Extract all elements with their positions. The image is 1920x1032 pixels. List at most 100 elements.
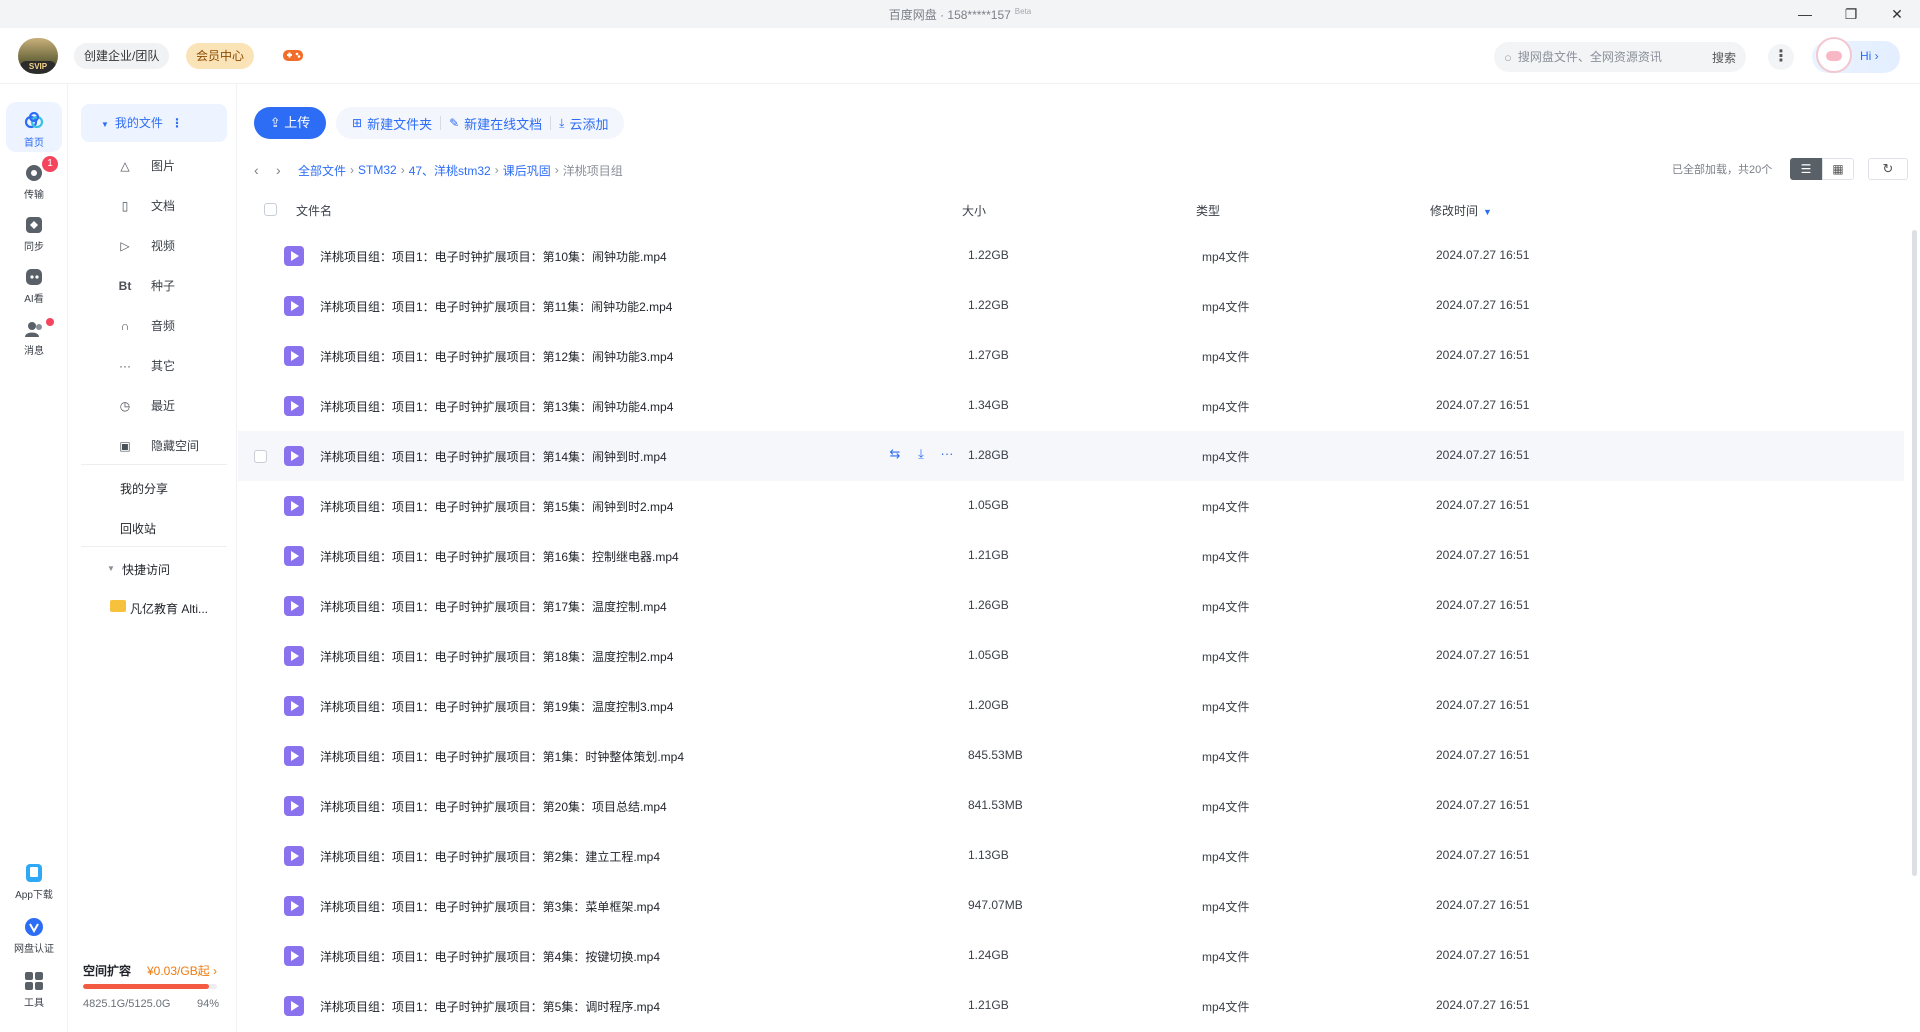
rail-item-app-download[interactable]: App下载 — [6, 854, 62, 904]
file-name[interactable]: 洋桃项目组：项目1：电子时钟扩展项目：第5集：调时程序.mp4 — [320, 998, 660, 1015]
rail-item-home[interactable]: 首页 — [6, 102, 62, 152]
more-actions-icon[interactable]: ··· — [934, 446, 960, 462]
sidebar-item-my-share[interactable]: 我的分享 — [120, 480, 168, 497]
quick-access-folder[interactable]: 凡亿教育 Alti... — [130, 600, 208, 617]
file-name[interactable]: 洋桃项目组：项目1：电子时钟扩展项目：第3集：菜单框架.mp4 — [320, 898, 660, 915]
upload-button[interactable]: ⇪ 上传 — [254, 107, 326, 139]
sidebar-item-recycle-bin[interactable]: 回收站 — [120, 520, 156, 537]
breadcrumb-separator: › — [554, 163, 559, 177]
create-team-button[interactable]: 创建企业/团队 — [74, 43, 170, 69]
new-online-doc-button[interactable]: ✎ 新建在线文档 — [441, 114, 550, 133]
download-icon[interactable]: ⤓ — [908, 446, 934, 462]
file-name[interactable]: 洋桃项目组：项目1：电子时钟扩展项目：第12集：闹钟功能3.mp4 — [320, 348, 673, 365]
video-file-icon — [284, 696, 304, 716]
back-arrow-icon[interactable]: ‹ — [254, 162, 276, 178]
breadcrumb-all-files[interactable]: 全部文件 — [298, 162, 346, 179]
file-modified-time: 2024.07.27 16:51 — [1436, 398, 1530, 412]
row-checkbox[interactable] — [254, 450, 267, 463]
sidebar-item-audio[interactable]: 音频 — [151, 316, 175, 336]
sidebar-item-recent[interactable]: 最近 — [151, 396, 175, 416]
cloud-add-button[interactable]: ⤓ 云添加 — [551, 114, 616, 133]
quota-price-link[interactable]: ¥0.03/GB起 › — [147, 962, 217, 979]
minimize-icon[interactable]: — — [1782, 0, 1828, 28]
more-menu-icon[interactable]: ⋮ — [1768, 44, 1794, 70]
sidebar-item-other[interactable]: 其它 — [151, 356, 175, 376]
column-name[interactable]: 文件名 — [296, 202, 332, 219]
assistant-button[interactable]: Hi › — [1812, 37, 1900, 73]
sidebar-item-hidden-space[interactable]: 隐藏空间 — [151, 436, 199, 456]
table-row[interactable]: 洋桃项目组：项目1：电子时钟扩展项目：第2集：建立工程.mp4 1.13GB mp4… — [238, 831, 1904, 881]
column-size[interactable]: 大小 — [962, 202, 986, 219]
table-row[interactable]: 洋桃项目组：项目1：电子时钟扩展项目：第20集：项目总结.mp4 841.53MB… — [238, 781, 1904, 831]
column-type[interactable]: 类型 — [1196, 202, 1220, 219]
close-icon[interactable]: ✕ — [1874, 0, 1920, 28]
file-name[interactable]: 洋桃项目组：项目1：电子时钟扩展项目：第10集：闹钟功能.mp4 — [320, 248, 667, 265]
share-icon[interactable]: ⇆ — [882, 446, 908, 462]
file-size: 1.27GB — [968, 348, 1009, 362]
table-row[interactable]: 洋桃项目组：项目1：电子时钟扩展项目：第3集：菜单框架.mp4 947.07MB m… — [238, 881, 1904, 931]
file-modified-time: 2024.07.27 16:51 — [1436, 598, 1530, 612]
quota-expand-label[interactable]: 空间扩容 — [83, 962, 131, 979]
sidebar-item-videos[interactable]: 视频 — [151, 236, 175, 256]
table-row[interactable]: 洋桃项目组：项目1：电子时钟扩展项目：第17集：温度控制.mp4 1.26GB mp… — [238, 581, 1904, 631]
file-name[interactable]: 洋桃项目组：项目1：电子时钟扩展项目：第11集：闹钟功能2.mp4 — [320, 298, 673, 315]
restore-icon[interactable]: ❐ — [1828, 0, 1874, 28]
user-avatar[interactable]: SVIP — [18, 38, 58, 74]
file-name[interactable]: 洋桃项目组：项目1：电子时钟扩展项目：第19集：温度控制3.mp4 — [320, 698, 673, 715]
table-row[interactable]: 洋桃项目组：项目1：电子时钟扩展项目：第14集：闹钟到时.mp4 ⇆ ⤓ ··· 1.2… — [238, 431, 1904, 481]
file-name[interactable]: 洋桃项目组：项目1：电子时钟扩展项目：第2集：建立工程.mp4 — [320, 848, 660, 865]
file-name[interactable]: 洋桃项目组：项目1：电子时钟扩展项目：第13集：闹钟功能4.mp4 — [320, 398, 673, 415]
rail-item-messages[interactable]: 消息 — [6, 310, 62, 360]
lock-icon: ▣ — [119, 439, 131, 453]
file-size: 1.21GB — [968, 548, 1009, 562]
grid-view-icon[interactable]: ▦ — [1822, 158, 1854, 180]
file-name[interactable]: 洋桃项目组：项目1：电子时钟扩展项目：第20集：项目总结.mp4 — [320, 798, 667, 815]
gamepad-icon[interactable] — [282, 46, 304, 64]
table-row[interactable]: 洋桃项目组：项目1：电子时钟扩展项目：第18集：温度控制2.mp4 1.05GB m… — [238, 631, 1904, 681]
sidebar-item-my-files[interactable]: ▼ 我的文件 ⋮ — [81, 104, 227, 142]
list-view-icon[interactable]: ☰ — [1790, 158, 1822, 180]
breadcrumb-review[interactable]: 课后巩固 — [503, 162, 551, 179]
file-name[interactable]: 洋桃项目组：项目1：电子时钟扩展项目：第17集：温度控制.mp4 — [320, 598, 667, 615]
file-name[interactable]: 洋桃项目组：项目1：电子时钟扩展项目：第4集：按键切换.mp4 — [320, 948, 660, 965]
file-type: mp4文件 — [1202, 1000, 1250, 1014]
refresh-icon[interactable]: ↻ — [1868, 158, 1908, 180]
scrollbar[interactable] — [1912, 230, 1917, 876]
quick-access-label[interactable]: 快捷访问 — [122, 561, 170, 578]
table-row[interactable]: 洋桃项目组：项目1：电子时钟扩展项目：第10集：闹钟功能.mp4 1.22GB mp… — [238, 231, 1904, 281]
table-row[interactable]: 洋桃项目组：项目1：电子时钟扩展项目：第16集：控制继电器.mp4 1.21GB m… — [238, 531, 1904, 581]
file-name[interactable]: 洋桃项目组：项目1：电子时钟扩展项目：第15集：闹钟到时2.mp4 — [320, 498, 673, 515]
table-row[interactable]: 洋桃项目组：项目1：电子时钟扩展项目：第15集：闹钟到时2.mp4 1.05GB m… — [238, 481, 1904, 531]
rail-item-tools[interactable]: 工具 — [6, 962, 62, 1012]
rail-item-transfer[interactable]: 传输 1 — [6, 154, 62, 204]
forward-arrow-icon[interactable]: › — [276, 162, 298, 178]
video-file-icon — [284, 496, 304, 516]
table-row[interactable]: 洋桃项目组：项目1：电子时钟扩展项目：第4集：按键切换.mp4 1.24GB mp4… — [238, 931, 1904, 981]
vip-center-button[interactable]: 会员中心 — [186, 43, 255, 69]
table-row[interactable]: 洋桃项目组：项目1：电子时钟扩展项目：第5集：调时程序.mp4 1.21GB mp4… — [238, 981, 1904, 1031]
table-row[interactable]: 洋桃项目组：项目1：电子时钟扩展项目：第11集：闹钟功能2.mp4 1.22GB m… — [238, 281, 1904, 331]
table-row[interactable]: 洋桃项目组：项目1：电子时钟扩展项目：第12集：闹钟功能3.mp4 1.27GB m… — [238, 331, 1904, 381]
table-row[interactable]: 洋桃项目组：项目1：电子时钟扩展项目：第1集：时钟整体策划.mp4 845.53M… — [238, 731, 1904, 781]
file-name[interactable]: 洋桃项目组：项目1：电子时钟扩展项目：第1集：时钟整体策划.mp4 — [320, 748, 684, 765]
sidebar-item-images[interactable]: 图片 — [151, 156, 175, 176]
table-row[interactable]: 洋桃项目组：项目1：电子时钟扩展项目：第19集：温度控制3.mp4 1.20GB m… — [238, 681, 1904, 731]
phone-icon — [26, 864, 42, 882]
rail-item-sync[interactable]: 同步 — [6, 206, 62, 256]
table-row[interactable]: 洋桃项目组：项目1：电子时钟扩展项目：第13集：闹钟功能4.mp4 1.34GB m… — [238, 381, 1904, 431]
sidebar-item-documents[interactable]: 文档 — [151, 196, 175, 216]
new-folder-button[interactable]: ⊞ 新建文件夹 — [344, 114, 440, 133]
file-name[interactable]: 洋桃项目组：项目1：电子时钟扩展项目：第14集：闹钟到时.mp4 — [320, 448, 667, 465]
breadcrumb-stm32[interactable]: STM32 — [358, 163, 397, 177]
column-modified-time[interactable]: 修改时间 ▼ — [1430, 202, 1492, 219]
search-button[interactable]: 搜索 — [1712, 49, 1736, 66]
file-name[interactable]: 洋桃项目组：项目1：电子时钟扩展项目：第16集：控制继电器.mp4 — [320, 548, 679, 565]
file-name[interactable]: 洋桃项目组：项目1：电子时钟扩展项目：第18集：温度控制2.mp4 — [320, 648, 673, 665]
breadcrumb-stm32-course[interactable]: 47、洋桃stm32 — [409, 162, 491, 179]
sidebar-item-torrents[interactable]: 种子 — [151, 276, 175, 296]
rail-item-verify[interactable]: 网盘认证 — [6, 908, 62, 958]
rail-item-ai[interactable]: AI看 — [6, 258, 62, 308]
file-toolbar: ⇪ 上传 ⊞ 新建文件夹 ✎ 新建在线文档 ⤓ 云添加 — [254, 106, 625, 140]
select-all-checkbox[interactable] — [264, 203, 277, 216]
search-input[interactable] — [1517, 50, 1698, 64]
